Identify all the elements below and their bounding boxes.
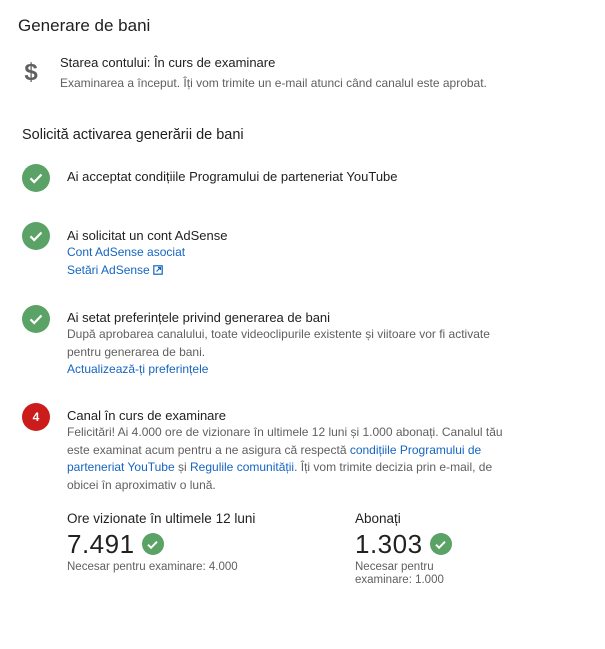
account-status-title: Starea contului: În curs de examinare bbox=[60, 55, 276, 70]
check-icon bbox=[22, 164, 50, 192]
svg-text:$: $ bbox=[24, 59, 38, 85]
watch-hours-metric: Ore vizionate în ultimele 12 luni 7.491 … bbox=[67, 511, 255, 574]
ypp-terms-link[interactable]: condițiile Programului de bbox=[350, 443, 481, 457]
step-title: Ai setat preferințele privind generarea … bbox=[67, 310, 331, 325]
step-channel-review: 4 Canal în curs de examinare Felicitări!… bbox=[22, 403, 582, 494]
step-description: pentru generarea de bani. bbox=[67, 344, 206, 359]
check-icon bbox=[429, 533, 452, 555]
step-ypp-terms: Ai acceptat condițiile Programului de pa… bbox=[22, 164, 582, 192]
dollar-icon: $ bbox=[20, 58, 42, 86]
subscribers-metric: Abonați 1.303 Necesar pentru examinare: … bbox=[355, 511, 452, 587]
linked-adsense-link[interactable]: Cont AdSense asociat bbox=[67, 244, 507, 262]
metric-requirement: examinare: 1.000 bbox=[355, 574, 444, 586]
adsense-settings-link[interactable]: Setări AdSense bbox=[67, 262, 507, 280]
step-title: Ai solicitat un cont AdSense bbox=[67, 228, 228, 243]
step-description: După aprobarea canalului, toate videocli… bbox=[67, 327, 490, 341]
ypp-terms-link[interactable]: parteneriat YouTube bbox=[67, 460, 175, 474]
step-monetization-preferences: Ai setat preferințele privind generarea … bbox=[22, 305, 582, 379]
step-adsense: Ai solicitat un cont AdSense Cont AdSens… bbox=[22, 222, 582, 279]
step-description: Felicitări! Ai 4.000 ore de vizionare în… bbox=[67, 425, 503, 439]
metric-label: Abonați bbox=[355, 511, 401, 526]
account-status: $ Starea contului: În curs de examinare … bbox=[20, 55, 590, 91]
step-description: obicei în aproximativ o lună. bbox=[67, 477, 216, 492]
update-preferences-link[interactable]: Actualizează-ți preferințele bbox=[67, 361, 507, 379]
account-status-subtitle: Examinarea a început. Îți vom trimite un… bbox=[60, 76, 487, 90]
external-link-icon bbox=[152, 264, 163, 275]
page-title: Generare de bani bbox=[18, 16, 151, 35]
step-title: Ai acceptat condițiile Programului de pa… bbox=[67, 169, 398, 184]
check-icon bbox=[22, 222, 50, 250]
metric-requirement: Necesar pentru examinare: 4.000 bbox=[67, 561, 238, 573]
check-icon bbox=[141, 533, 164, 555]
step-description: parteneriat YouTube și Regulile comunită… bbox=[67, 460, 493, 474]
metric-requirement: Necesar pentru bbox=[355, 561, 434, 573]
step-number-badge: 4 bbox=[22, 403, 50, 431]
step-description: este examinat acum pentru a ne asigura c… bbox=[67, 442, 482, 457]
metric-value: 1.303 bbox=[355, 529, 423, 559]
section-title: Solicită activarea generării de bani bbox=[22, 127, 244, 143]
metric-label: Ore vizionate în ultimele 12 luni bbox=[67, 511, 256, 526]
community-guidelines-link[interactable]: Regulile comunității bbox=[190, 460, 294, 474]
check-icon bbox=[22, 305, 50, 333]
step-title: Canal în curs de examinare bbox=[67, 408, 226, 423]
metric-value: 7.491 bbox=[67, 529, 135, 559]
